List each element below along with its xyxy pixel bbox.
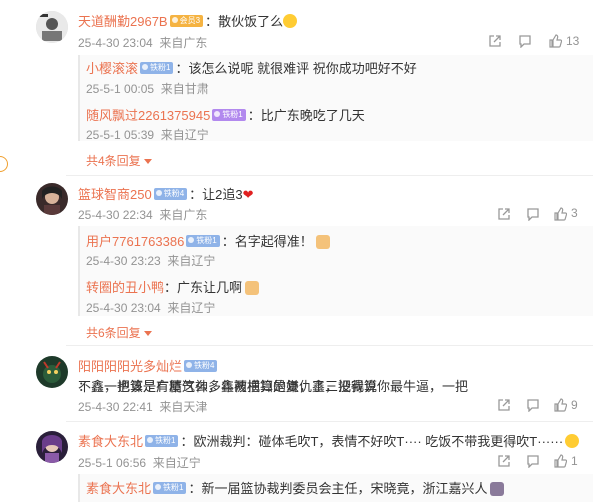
comment-meta: 25-4-30 23:04 来自广东	[78, 34, 207, 51]
reply-username[interactable]: 转圈的丑小鸭	[86, 280, 164, 295]
share-icon[interactable]	[497, 207, 511, 226]
member-badge[interactable]: 会员3	[169, 14, 204, 27]
divider	[66, 345, 593, 346]
reply-item: 转圈的丑小鸭：广东让几啊	[86, 277, 260, 297]
reply-username[interactable]: 小樱滚滚	[86, 61, 138, 76]
reply-text: 新一届篮协裁判委员会主任，宋晓竟，浙江嘉兴人	[201, 481, 488, 496]
comment-text: 让2追3	[202, 187, 243, 202]
thumbs-up-emoji	[245, 280, 260, 295]
comment-time: 25-5-1 06:56	[78, 456, 147, 470]
comment-text: 欧洲裁判：碰体毛吹T，表情不好吹T···· 吃饭不带我更得吹T······	[193, 434, 564, 449]
like-count: 9	[571, 398, 578, 412]
like-count: 1	[571, 454, 578, 468]
more-replies-link[interactable]: 共4条回复	[86, 152, 152, 169]
comment-location: 来自天津	[159, 400, 208, 414]
reply-item: 小樱滚滚 铁粉1 ：该怎么说呢 就很难评 祝你成功吧好不好	[86, 61, 417, 76]
comment-icon[interactable]	[526, 398, 540, 417]
reply-time: 25-5-1 05:39	[86, 128, 155, 142]
fan-badge[interactable]: 铁粉1	[186, 234, 220, 247]
reply-location: 来自辽宁	[167, 301, 216, 315]
comment-icon[interactable]	[526, 454, 540, 473]
red-heart-emoji: ❤	[242, 187, 254, 202]
like-icon[interactable]	[548, 34, 563, 53]
chevron-down-icon	[143, 331, 152, 337]
reply-item: 素食大东北 铁粉1 ：新一届篮协裁判委员会主任，宋晓竟，浙江嘉兴人	[86, 478, 504, 498]
comment-location: 来自广东	[159, 208, 208, 222]
thumbs-up-emoji	[315, 234, 330, 249]
divider	[66, 421, 593, 422]
comment-text: 散伙饭了么	[218, 14, 284, 29]
reply-text: 该怎么说呢 就很难评 祝你成功吧好不好	[188, 61, 417, 76]
more-replies-link[interactable]: 共6条回复	[86, 324, 152, 341]
comment-meta: 25-5-1 06:56 来自辽宁	[78, 454, 201, 471]
chevron-down-icon	[143, 159, 152, 165]
grinning-sweat-emoji	[565, 433, 580, 448]
reply-time: 25-4-30 23:04	[86, 301, 161, 315]
grinning-sweat-emoji	[283, 13, 298, 28]
comment-icon[interactable]	[518, 34, 532, 53]
divider	[66, 175, 593, 176]
fan-badge[interactable]: 铁粉1	[212, 108, 246, 121]
comment-meta: 25-4-30 22:41 来自天津	[78, 398, 207, 415]
fan-badge[interactable]: 铁粉1	[145, 434, 179, 447]
reply-text: 名字起得准！	[234, 234, 313, 249]
reply-location: 来自辽宁	[160, 128, 209, 142]
reply-text: 广东让几啊	[177, 280, 243, 295]
like-count: 3	[571, 206, 578, 220]
share-icon[interactable]	[488, 34, 502, 53]
comment-time: 25-4-30 23:04	[78, 36, 153, 50]
fan-badge[interactable]: 铁粉1	[140, 61, 174, 74]
reply-location: 来自辽宁	[167, 254, 216, 268]
avatar[interactable]	[36, 431, 68, 463]
reply-item: 随风飘过2261375945 铁粉1 ：比广东晚吃了几天	[86, 108, 365, 123]
comment-header: 素食大东北 铁粉1 ：欧洲裁判：碰体毛吹T，表情不好吹T···· 吃饭不带我更得吹T…	[78, 431, 580, 451]
share-icon[interactable]	[497, 398, 511, 417]
comment-username[interactable]: 篮球智商250	[78, 187, 152, 202]
share-icon[interactable]	[497, 454, 511, 473]
comment-meta: 25-4-30 22:34 来自广东	[78, 206, 207, 223]
reply-meta: 25-5-1 05:39 来自辽宁	[86, 126, 209, 143]
reply-username[interactable]: 随风飘过2261375945	[86, 108, 210, 123]
reply-location: 来自甘肃	[160, 82, 209, 96]
comment-username[interactable]: 阳阳阳阳光多灿烂	[78, 359, 182, 374]
avatar[interactable]	[36, 11, 68, 43]
fan-badge[interactable]: 铁粉1	[153, 481, 187, 494]
comment-icon[interactable]	[526, 207, 540, 226]
like-icon[interactable]	[553, 398, 568, 417]
comment-username[interactable]: 素食大东北	[78, 434, 143, 449]
comment-header: 天道酬勤2967B 会员3 ：散伙饭了么	[78, 11, 298, 31]
like-icon[interactable]	[553, 207, 568, 226]
comment-location: 来自辽宁	[152, 456, 201, 470]
like-icon[interactable]	[553, 454, 568, 473]
reply-time: 25-5-1 00:05	[86, 82, 155, 96]
fan-badge[interactable]: 铁粉4	[184, 359, 218, 372]
reply-meta: 25-4-30 23:23 来自辽宁	[86, 252, 215, 269]
reply-time: 25-4-30 23:23	[86, 254, 161, 268]
reply-username[interactable]: 素食大东北	[86, 481, 151, 496]
avatar[interactable]	[36, 183, 68, 215]
comment-time: 25-4-30 22:41	[78, 400, 153, 414]
fan-badge[interactable]: 铁粉4	[153, 187, 188, 200]
reply-username[interactable]: 用户7761763386	[86, 234, 184, 249]
reply-text: 比广东晚吃了几天	[260, 108, 365, 123]
avatar-emoji	[489, 481, 504, 496]
comment-location: 来自广东	[159, 36, 208, 50]
comment-username[interactable]: 天道酬勤2967B	[78, 14, 168, 29]
scroll-indicator[interactable]	[0, 156, 8, 172]
comment-header: 篮球智商250 铁粉4 ：让2追3❤	[78, 187, 254, 202]
comment-text-continued: 不鑫，也该是广厦这么多年被横扫的复仇了，没得说	[78, 379, 378, 394]
like-count: 13	[566, 34, 580, 48]
reply-meta: 25-5-1 00:05 来自甘肃	[86, 80, 209, 97]
reply-meta: 25-4-30 23:04 来自辽宁	[86, 299, 215, 316]
comment-time: 25-4-30 22:34	[78, 208, 153, 222]
reply-item: 用户7761763386 铁粉1 ：名字起得准！	[86, 231, 330, 251]
avatar[interactable]	[36, 356, 68, 388]
